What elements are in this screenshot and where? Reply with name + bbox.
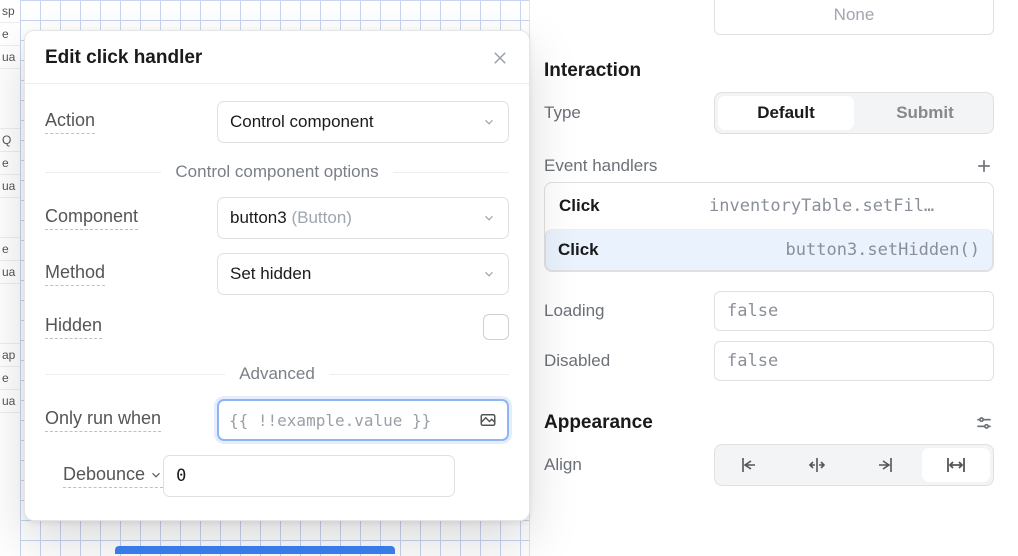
control-component-options-divider: Control component options — [45, 162, 509, 182]
align-left-icon[interactable] — [715, 445, 783, 485]
section-interaction-title: Interaction — [544, 60, 641, 82]
event-handler-row[interactable]: Click button3.setHidden() — [545, 229, 993, 271]
chevron-down-icon — [149, 468, 163, 482]
only-run-when-label: Only run when — [45, 408, 161, 432]
previous-field-value[interactable]: None — [714, 0, 994, 35]
selected-component[interactable] — [115, 546, 395, 554]
action-label: Action — [45, 110, 95, 134]
debounce-input[interactable]: 0 — [163, 455, 455, 497]
event-handler-row[interactable]: Click inventoryTable.setFil… — [545, 183, 993, 229]
appearance-settings-icon[interactable] — [974, 413, 994, 433]
hidden-checkbox[interactable] — [483, 314, 509, 340]
disabled-input[interactable]: false — [714, 341, 994, 381]
type-option-default[interactable]: Default — [718, 96, 854, 130]
component-type: (Button) — [291, 208, 351, 227]
chevron-down-icon — [482, 267, 496, 281]
row-headers: sp e ua Q e ua e ua ap e ua — [0, 0, 20, 556]
align-right-icon[interactable] — [851, 445, 919, 485]
component-label: Component — [45, 206, 138, 230]
section-appearance-title: Appearance — [544, 412, 653, 434]
type-label: Type — [544, 103, 714, 123]
only-run-when-input[interactable]: {{ !!example.value }} — [217, 399, 509, 441]
align-stretch-icon[interactable] — [922, 448, 990, 482]
event-name: Click — [558, 240, 708, 260]
add-handler-icon[interactable] — [974, 156, 994, 176]
align-label: Align — [544, 455, 714, 475]
align-control[interactable] — [714, 444, 994, 486]
debounce-label[interactable]: Debounce — [63, 464, 163, 488]
code-toggle-icon[interactable] — [479, 411, 497, 429]
type-option-submit[interactable]: Submit — [857, 93, 993, 133]
event-name: Click — [559, 196, 709, 216]
inspector-panel: None Interaction Type Default Submit Eve… — [529, 0, 1018, 556]
action-value: Control component — [230, 112, 374, 132]
modal-title: Edit click handler — [45, 47, 202, 69]
method-label: Method — [45, 262, 105, 286]
align-center-icon[interactable] — [783, 445, 851, 485]
only-run-when-placeholder: {{ !!example.value }} — [229, 411, 431, 430]
event-handlers-list: Click inventoryTable.setFil… Click butto… — [544, 182, 994, 272]
action-select[interactable]: Control component — [217, 101, 509, 143]
chevron-down-icon — [482, 115, 496, 129]
edit-click-handler-modal: Edit click handler Action Control compon… — [24, 30, 530, 521]
event-code: button3.setHidden() — [786, 240, 980, 260]
method-value: Set hidden — [230, 264, 311, 284]
method-select[interactable]: Set hidden — [217, 253, 509, 295]
hidden-label: Hidden — [45, 315, 102, 339]
type-segmented[interactable]: Default Submit — [714, 92, 994, 134]
loading-label: Loading — [544, 301, 714, 321]
chevron-down-icon — [482, 211, 496, 225]
component-value: button3 — [230, 208, 287, 227]
loading-input[interactable]: false — [714, 291, 994, 331]
component-select[interactable]: button3 (Button) — [217, 197, 509, 239]
close-icon[interactable] — [491, 49, 509, 67]
advanced-divider: Advanced — [45, 364, 509, 384]
disabled-label: Disabled — [544, 351, 714, 371]
event-handlers-label: Event handlers — [544, 156, 657, 176]
event-code: inventoryTable.setFil… — [709, 196, 934, 216]
